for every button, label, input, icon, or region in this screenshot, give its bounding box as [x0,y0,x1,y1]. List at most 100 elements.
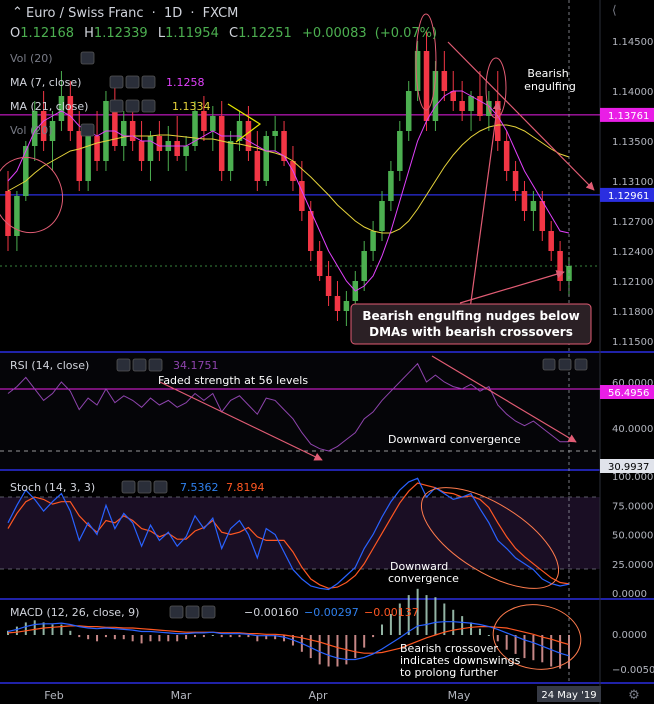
macd-histogram-bar [104,635,107,638]
candle-body [121,121,127,146]
candle-body [370,231,376,251]
macd-histogram-bar [176,635,179,642]
candle-body [325,276,332,296]
close-icon[interactable] [148,358,163,372]
candle-body [210,116,216,131]
eye-icon[interactable] [116,358,131,372]
candle-body [521,191,528,211]
close-icon[interactable] [141,75,156,89]
rsi-note: Faded strength at 56 levels [158,374,308,387]
ma7-value: 1.1258 [166,76,205,89]
cursor-date-label: 24 May '19 [541,690,596,701]
candle-body [405,91,412,131]
macd-line-value: −0.00297 [304,606,359,619]
gear-icon[interactable] [125,75,140,89]
macd-histogram-bar [381,624,383,635]
macd-histogram-bar [122,635,125,640]
gear-icon[interactable] [185,605,200,619]
engulf-label-1: Bearish [527,67,568,80]
stoch-label[interactable]: Stoch (14, 3, 3) [10,481,95,494]
eye-icon[interactable] [80,123,95,137]
panel-arrow-icon[interactable]: ⟨ [612,3,617,17]
pane-down-icon[interactable] [558,358,572,371]
macd-histogram-bar [487,635,490,636]
vol-label-1[interactable]: Vol (20) [10,52,53,65]
candle-body [129,121,136,141]
macd-histogram-bar [461,616,464,635]
price-tick-label: 1.13500 [612,137,653,148]
macd-histogram-bar [568,635,570,669]
settings-icon[interactable]: ⚙ [628,688,640,703]
candle-body [548,231,554,251]
macd-histogram-bar [478,628,481,635]
time-label-apr: Apr [308,689,328,702]
macd-histogram-bar [363,635,366,648]
vol-label-2[interactable]: Vol (20) [10,124,53,137]
eye-icon[interactable] [80,51,95,65]
high-value: 1.12339 [94,26,148,41]
rsi-tag-magenta: 56.4956 [608,388,649,399]
rsi-pane [0,352,600,470]
rsi-value: 34.1751 [173,359,219,372]
macd-histogram-bar [24,622,27,635]
candle-body [227,141,234,171]
macd-histogram-bar [452,609,455,635]
price-tick-label: 1.14000 [612,87,653,98]
candle-body [334,296,341,311]
exchange-label: FXCM [203,6,239,21]
candle-body [147,136,154,161]
collapse-icon[interactable]: ⌃ [12,5,23,20]
eye-icon[interactable] [109,99,124,113]
candle-body [477,96,483,116]
macd-histogram-bar [229,635,232,638]
macd-histogram-bar [15,626,18,635]
stoch-k-value: 7.5362 [180,481,219,494]
stoch-band [0,497,600,569]
macd-label[interactable]: MACD (12, 26, close, 9) [10,606,139,619]
callout-line-1: Bearish engulfing nudges below [362,309,579,323]
high-prefix: H [84,26,94,41]
stoch-tick-label: 25.0000 [612,560,653,571]
price-tick-label: 1.11500 [612,337,653,348]
trading-chart: 1.14500 1.14000 1.13500 1.13100 1.12700 1.124… [0,0,654,704]
candle-body [530,201,537,211]
stoch-tick-label: 75.0000 [612,501,653,512]
rsi-label[interactable]: RSI (14, close) [10,359,89,372]
macd-histogram-bar [113,635,116,640]
change-value: +0.00083 [302,26,367,41]
candle-body [397,131,403,171]
candle-body [263,136,269,181]
close-icon[interactable] [153,480,168,494]
candle-body [201,111,207,131]
stoch-convergence-2: convergence [388,572,459,585]
gear-icon[interactable] [137,480,152,494]
stoch-d-value: 7.8194 [226,481,265,494]
gear-icon[interactable] [125,99,140,113]
open-prefix: O [10,26,20,41]
close-icon[interactable] [141,99,156,113]
macd-histogram-bar [532,635,535,661]
candle-body [503,141,510,171]
engulf-label-2: engulfing [524,80,576,93]
eye-icon[interactable] [121,480,136,494]
callout-line-2: DMAs with bearish crossovers [369,325,573,339]
pane-up-icon[interactable] [542,358,556,371]
ma7-label[interactable]: MA (7, close) [10,76,81,89]
header-sep-1: · [152,6,156,21]
price-tick-label: 1.12100 [612,277,653,288]
gear-icon[interactable] [132,358,147,372]
ma21-label[interactable]: MA (21, close) [10,100,88,113]
eye-icon[interactable] [109,75,124,89]
ma21-value: 1.1334 [172,100,211,113]
eye-icon[interactable] [169,605,184,619]
macd-histogram-bar [372,635,375,638]
candle-body [218,116,225,171]
macd-tick-label: 0.0000 [612,630,647,641]
change-pct: (+0.07%) [375,26,437,41]
macd-histogram-bar [559,635,562,669]
candle-body [441,71,448,91]
pane-close-icon[interactable] [574,358,588,371]
macd-hist-value: −0.00160 [244,606,299,619]
close-icon[interactable] [201,605,216,619]
close-prefix: C [229,26,238,41]
